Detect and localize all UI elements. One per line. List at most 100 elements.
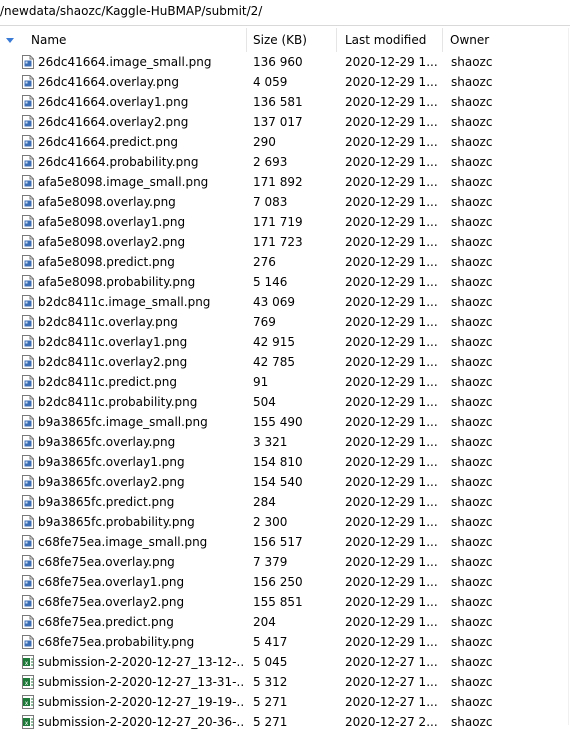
file-row[interactable]: x submission-2-2020-12-27_20-36-... 5 271 2… (0, 712, 570, 732)
file-size: 7 379 (253, 555, 288, 569)
file-size: 5 271 (253, 695, 288, 709)
file-size: 136 960 (253, 55, 303, 69)
file-modified: 2020-12-29 1... (345, 355, 438, 369)
file-row[interactable]: x submission-2-2020-12-27_13-31-... 5 312 2… (0, 672, 570, 692)
file-row[interactable]: b2dc8411c.image_small.png 43 069 2020-12-2… (0, 292, 570, 312)
file-size: 171 892 (253, 175, 303, 189)
file-row[interactable]: b2dc8411c.overlay2.png 42 785 2020-12-29 1… (0, 352, 570, 372)
file-row[interactable]: afa5e8098.image_small.png 171 892 2020-12-… (0, 172, 570, 192)
file-owner: shaozc (451, 135, 493, 149)
file-modified: 2020-12-29 1... (345, 375, 438, 389)
file-size: 154 540 (253, 475, 303, 489)
png-file-icon (22, 555, 34, 569)
file-owner: shaozc (451, 395, 493, 409)
file-name: b9a3865fc.probability.png (38, 515, 195, 529)
file-size: 42 915 (253, 335, 295, 349)
file-row[interactable]: c68fe75ea.predict.png 204 2020-12-29 1... s… (0, 612, 570, 632)
file-row[interactable]: afa5e8098.probability.png 5 146 2020-12-29… (0, 272, 570, 292)
file-row[interactable]: c68fe75ea.image_small.png 156 517 2020-12-… (0, 532, 570, 552)
file-size: 5 312 (253, 675, 288, 689)
file-modified: 2020-12-29 1... (345, 215, 438, 229)
file-row[interactable]: b2dc8411c.overlay1.png 42 915 2020-12-29 1… (0, 332, 570, 352)
file-row[interactable]: b2dc8411c.overlay.png 769 2020-12-29 1... s… (0, 312, 570, 332)
file-owner: shaozc (451, 615, 493, 629)
file-row[interactable]: c68fe75ea.overlay2.png 155 851 2020-12-29 … (0, 592, 570, 612)
png-file-icon (22, 75, 34, 89)
file-row[interactable]: b9a3865fc.overlay2.png 154 540 2020-12-29 … (0, 472, 570, 492)
file-row[interactable]: b9a3865fc.image_small.png 155 490 2020-12-… (0, 412, 570, 432)
file-owner: shaozc (451, 435, 493, 449)
file-modified: 2020-12-29 1... (345, 475, 438, 489)
file-modified: 2020-12-29 1... (345, 235, 438, 249)
file-row[interactable]: afa5e8098.overlay.png 7 083 2020-12-29 1..… (0, 192, 570, 212)
column-size-header[interactable]: Size (KB) (247, 28, 337, 52)
file-row[interactable]: b9a3865fc.predict.png 284 2020-12-29 1... s… (0, 492, 570, 512)
file-owner: shaozc (451, 295, 493, 309)
file-owner: shaozc (451, 155, 493, 169)
file-owner: shaozc (451, 235, 493, 249)
file-name: c68fe75ea.overlay2.png (38, 595, 185, 609)
file-modified: 2020-12-29 1... (345, 575, 438, 589)
path-bar[interactable]: /newdata/shaozc/Kaggle-HuBMAP/submit/2/ (0, 0, 570, 26)
file-owner: shaozc (451, 195, 493, 209)
file-name: b2dc8411c.overlay1.png (38, 335, 188, 349)
column-owner-header[interactable]: Owner (443, 28, 568, 52)
file-modified: 2020-12-29 1... (345, 135, 438, 149)
csv-file-icon: x (22, 655, 34, 669)
file-size: 156 250 (253, 575, 303, 589)
file-row[interactable]: x submission-2-2020-12-27_13-12-... 5 045 2… (0, 652, 570, 672)
file-list: 26dc41664.image_small.png 136 960 2020-12-… (0, 52, 570, 732)
file-owner: shaozc (451, 415, 493, 429)
file-row[interactable]: b9a3865fc.probability.png 2 300 2020-12-29… (0, 512, 570, 532)
file-row[interactable]: 26dc41664.image_small.png 136 960 2020-12-… (0, 52, 570, 72)
png-file-icon (22, 515, 34, 529)
file-owner: shaozc (451, 715, 493, 729)
file-row[interactable]: 26dc41664.predict.png 290 2020-12-29 1... s… (0, 132, 570, 152)
file-name: afa5e8098.overlay2.png (38, 235, 186, 249)
file-name: 26dc41664.overlay2.png (38, 115, 189, 129)
file-size: 155 851 (253, 595, 303, 609)
file-size: 2 300 (253, 515, 288, 529)
file-modified: 2020-12-29 1... (345, 155, 438, 169)
file-modified: 2020-12-29 1... (345, 435, 438, 449)
file-size: 5 417 (253, 635, 288, 649)
file-size: 136 581 (253, 95, 303, 109)
file-row[interactable]: b9a3865fc.overlay.png 3 321 2020-12-29 1..… (0, 432, 570, 452)
file-modified: 2020-12-29 1... (345, 275, 438, 289)
png-file-icon (22, 615, 34, 629)
file-row[interactable]: afa5e8098.overlay2.png 171 723 2020-12-29 … (0, 232, 570, 252)
file-row[interactable]: c68fe75ea.probability.png 5 417 2020-12-29… (0, 632, 570, 652)
file-owner: shaozc (451, 375, 493, 389)
current-path[interactable]: /newdata/shaozc/Kaggle-HuBMAP/submit/2/ (0, 4, 262, 18)
file-row[interactable]: 26dc41664.probability.png 2 693 2020-12-29… (0, 152, 570, 172)
png-file-icon (22, 455, 34, 469)
file-size: 171 719 (253, 215, 303, 229)
file-name: c68fe75ea.overlay1.png (38, 575, 185, 589)
column-name-header[interactable]: Name (0, 28, 247, 52)
file-modified: 2020-12-29 1... (345, 335, 438, 349)
file-row[interactable]: 26dc41664.overlay2.png 137 017 2020-12-29 … (0, 112, 570, 132)
png-file-icon (22, 355, 34, 369)
file-row[interactable]: c68fe75ea.overlay.png 7 379 2020-12-29 1..… (0, 552, 570, 572)
file-name: afa5e8098.predict.png (38, 255, 175, 269)
png-file-icon (22, 435, 34, 449)
svg-text:x: x (25, 720, 29, 727)
file-row[interactable]: b2dc8411c.predict.png 91 2020-12-29 1... sh… (0, 372, 570, 392)
file-size: 284 (253, 495, 276, 509)
file-row[interactable]: x submission-2-2020-12-27_19-19-... 5 271 2… (0, 692, 570, 712)
file-name: 26dc41664.probability.png (38, 155, 199, 169)
file-row[interactable]: b2dc8411c.probability.png 504 2020-12-29 1… (0, 392, 570, 412)
file-row[interactable]: 26dc41664.overlay1.png 136 581 2020-12-29 … (0, 92, 570, 112)
file-owner: shaozc (451, 635, 493, 649)
file-row[interactable]: 26dc41664.overlay.png 4 059 2020-12-29 1..… (0, 72, 570, 92)
file-name: 26dc41664.overlay.png (38, 75, 179, 89)
file-row[interactable]: afa5e8098.predict.png 276 2020-12-29 1... s… (0, 252, 570, 272)
file-owner: shaozc (451, 255, 493, 269)
file-owner: shaozc (451, 75, 493, 89)
file-size: 3 321 (253, 435, 288, 449)
column-modified-header[interactable]: Last modified (337, 28, 443, 52)
file-row[interactable]: afa5e8098.overlay1.png 171 719 2020-12-29 … (0, 212, 570, 232)
file-size: 171 723 (253, 235, 303, 249)
file-row[interactable]: b9a3865fc.overlay1.png 154 810 2020-12-29 … (0, 452, 570, 472)
file-row[interactable]: c68fe75ea.overlay1.png 156 250 2020-12-29 … (0, 572, 570, 592)
